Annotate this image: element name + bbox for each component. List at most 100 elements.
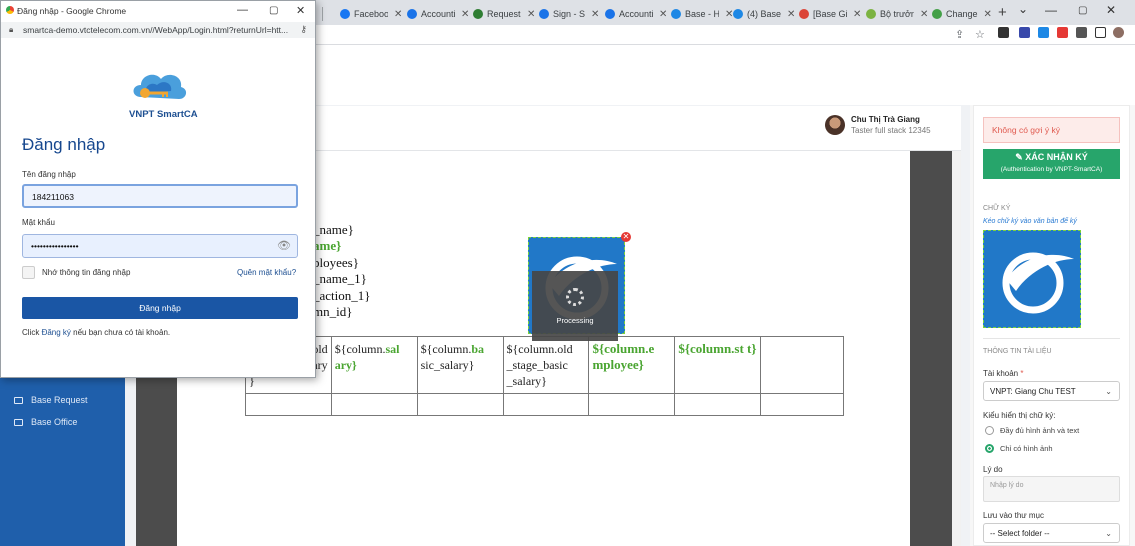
table-cell [760, 393, 844, 416]
remember-checkbox[interactable] [22, 266, 35, 279]
share-icon[interactable]: ⇪ [955, 28, 964, 41]
site-icon [866, 9, 876, 19]
folder-select[interactable]: -- Select folder -- ⌄ [983, 523, 1120, 543]
remove-signature-icon[interactable]: ✕ [621, 232, 631, 242]
show-password-eye-icon[interactable]: 👁︎ [277, 239, 291, 252]
password-label: Mật khẩu [22, 218, 55, 227]
reason-input[interactable]: Nhập lý do [983, 476, 1120, 502]
tab-sign[interactable]: Sign - S ✕ [535, 3, 603, 25]
table-cell [588, 393, 676, 416]
template-line: ame} [313, 238, 342, 253]
smartca-logo-icon [133, 74, 187, 99]
lock-icon: 🔒︎ [9, 25, 14, 34]
close-window-button[interactable]: ✕ [1106, 3, 1116, 17]
table-cell: ${column.st t} [674, 336, 762, 394]
template-line: _action_1} [313, 288, 371, 303]
tab-change[interactable]: Change ✕ [928, 3, 996, 25]
extension-icon[interactable] [1019, 27, 1030, 38]
avatar[interactable] [825, 115, 845, 135]
tab-accounting-2[interactable]: Accounti ✕ [601, 3, 671, 25]
tab-requests[interactable]: Requests✕ [469, 3, 539, 25]
new-tab-button[interactable]: + [998, 4, 1007, 21]
profile-avatar[interactable] [1113, 27, 1124, 38]
address-bar: ⇪ ☆ [315, 25, 1135, 45]
spinner-icon [566, 288, 584, 306]
account-label: Tài khoản * [983, 369, 1024, 378]
table-cell [760, 336, 844, 394]
pen-icon: ✎ [1015, 152, 1026, 162]
username-input[interactable]: 184211063 [22, 184, 298, 208]
gmail-icon [799, 9, 809, 19]
side-panel-icon[interactable] [1095, 27, 1106, 38]
popup-maximize-button[interactable]: ▢ [269, 5, 278, 16]
table-cell: ${column.ba sic_salary} [416, 336, 504, 394]
extension-icon[interactable] [998, 27, 1009, 38]
processing-overlay: Processing [532, 271, 618, 341]
radio-full-image-text[interactable]: Đầy đủ hình ảnh và text [985, 426, 1079, 435]
chevron-down-icon: ⌄ [1105, 387, 1112, 396]
table-cell: ${column.old _stage_basic _salary} [502, 336, 590, 394]
sidebar-item-base-request[interactable]: Base Request [14, 395, 88, 405]
popup-url-bar: 🔒︎ smartca-demo.vtctelecom.com.vn//WebAp… [1, 22, 315, 38]
username-label: Tên đăng nhập [22, 170, 76, 179]
table-cell [245, 393, 332, 416]
app-topbar [315, 45, 1135, 105]
bookmark-star-icon[interactable]: ☆ [975, 28, 985, 41]
table-cell [502, 393, 590, 416]
page-title: Đăng nhập [22, 135, 106, 154]
maximize-button[interactable]: ▢ [1078, 5, 1087, 16]
tab-gmail[interactable]: [Base Gi ✕ [795, 3, 865, 25]
brand-name: VNPT SmartCA [129, 109, 198, 120]
remember-me[interactable]: Nhớ thông tin đăng nhập [22, 266, 130, 279]
popup-close-button[interactable]: ✕ [296, 4, 305, 17]
close-tab-icon[interactable]: ✕ [591, 9, 599, 20]
tab-separator [322, 7, 323, 21]
extensions-puzzle-icon[interactable] [1076, 27, 1087, 38]
popup-title: Đăng nhập - Google Chrome [17, 6, 127, 16]
tab-accounting[interactable]: Accounti ✕ [403, 3, 473, 25]
tab-search-icon[interactable]: ⌄ [1018, 2, 1028, 16]
extension-icon[interactable] [1057, 27, 1068, 38]
viewer-scrollbar[interactable] [952, 151, 961, 546]
user-name: Chu Thị Trà Giang [851, 115, 920, 124]
key-icon[interactable]: ⚷ [300, 24, 307, 35]
site-icon [605, 9, 615, 19]
reason-label: Lý do [983, 465, 1003, 474]
confirm-sign-button[interactable]: ✎ XÁC NHẬN KÝ (Authentication by VNPT-Sm… [983, 149, 1120, 179]
popup-titlebar: Đăng nhập - Google Chrome — ▢ ✕ [1, 1, 315, 22]
close-tab-icon[interactable]: ✕ [853, 9, 861, 20]
tab-bo-truong[interactable]: Bộ trưởn ✕ [862, 3, 932, 25]
minimize-button[interactable]: — [1045, 3, 1057, 17]
forgot-password-link[interactable]: Quên mật khẩu? [237, 268, 296, 277]
signature-section-label: CHỮ KÝ [983, 205, 1011, 212]
password-input[interactable]: •••••••••••••••• 👁︎ [22, 234, 298, 258]
divider [983, 338, 1120, 339]
login-popup-window: Đăng nhập - Google Chrome — ▢ ✕ 🔒︎ smart… [0, 0, 316, 378]
tab-facebook[interactable]: Facebook✕ [336, 3, 406, 25]
video-icon [14, 396, 23, 404]
user-role: Taster full stack 12345 [851, 126, 931, 135]
chrome-icon [6, 6, 14, 14]
extension-icon[interactable] [1038, 27, 1049, 38]
user-info: Chu Thị Trà Giang Taster full stack 1234… [825, 115, 931, 135]
account-select[interactable]: VNPT: Giang Chu TEST ⌄ [983, 381, 1120, 401]
signature-thumbnail[interactable] [983, 230, 1081, 328]
close-tab-icon[interactable]: ✕ [984, 9, 992, 20]
radio-image-only[interactable]: Chỉ có hình ảnh [985, 444, 1053, 453]
register-link[interactable]: Đăng ký [42, 328, 71, 337]
table-cell [674, 393, 762, 416]
tab-base-4[interactable]: (4) Base ✕ [729, 3, 799, 25]
register-text: Click Đăng ký nếu bạn chưa có tài khoản. [22, 328, 171, 337]
tab-base-h[interactable]: Base - H ✕ [667, 3, 737, 25]
signature-hint: Kéo chữ ký vào văn bản để ký [983, 218, 1077, 225]
popup-minimize-button[interactable]: — [237, 4, 248, 16]
sidebar-item-base-office[interactable]: Base Office [14, 417, 77, 427]
chevron-down-icon: ⌄ [1105, 529, 1112, 538]
table-cell [416, 393, 504, 416]
login-button[interactable]: Đăng nhập [22, 297, 298, 319]
radio-button-selected[interactable] [985, 444, 994, 453]
processing-label: Processing [556, 316, 594, 325]
template-table: old ary} ${column.sal ary} ${column.ba sic_… [245, 336, 844, 416]
close-tab-icon[interactable]: ✕ [394, 9, 402, 20]
radio-button[interactable] [985, 426, 994, 435]
